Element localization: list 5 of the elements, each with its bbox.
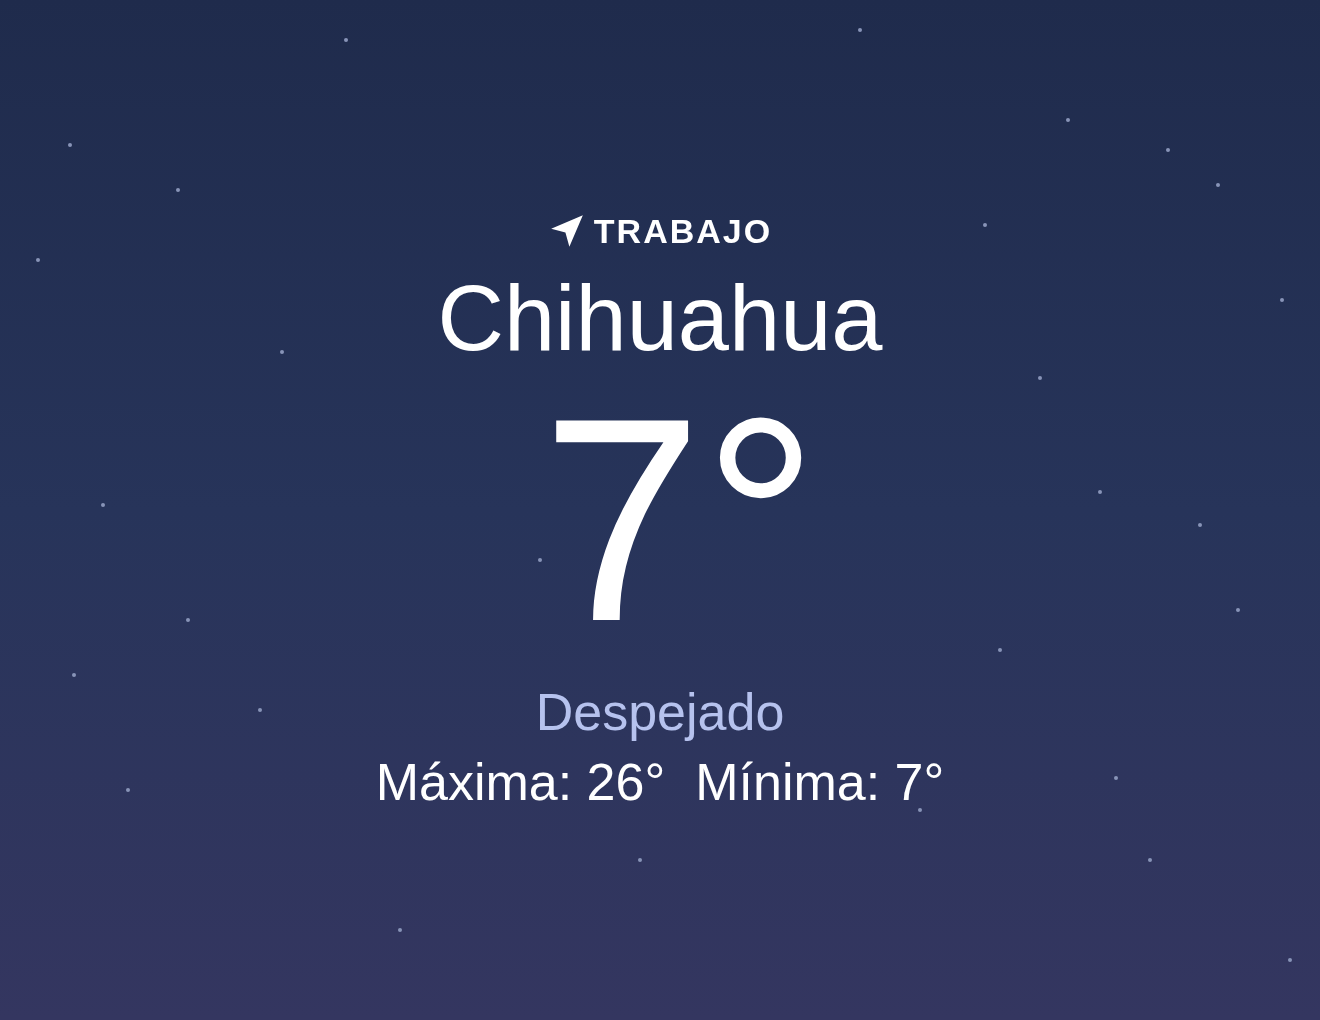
location-label: TRABAJO — [593, 214, 773, 248]
high-temperature: Máxima: 26° — [375, 756, 666, 808]
temperature: 7° — [540, 374, 819, 664]
city-name: Chihuahua — [437, 272, 883, 364]
low-temperature: Mínima: 7° — [695, 756, 945, 808]
